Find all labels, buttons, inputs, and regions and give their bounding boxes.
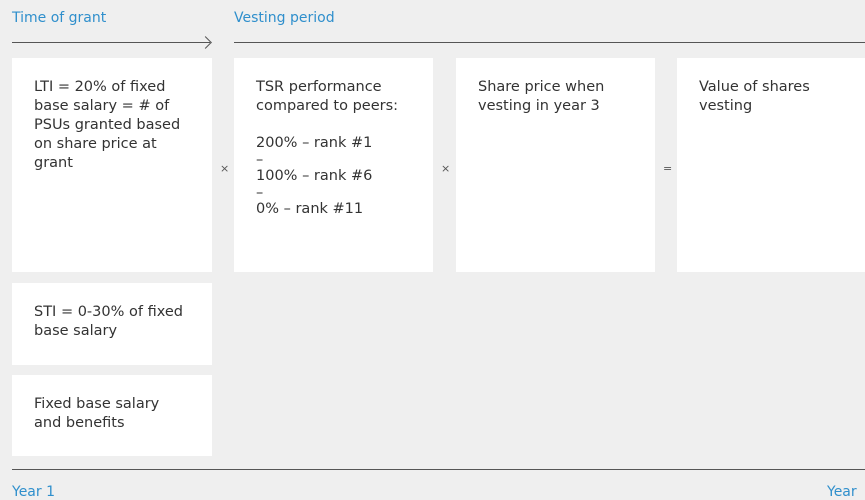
lti-text: LTI = 20% of fixed base salary = # of PS… bbox=[34, 79, 181, 171]
vesting-period-label: Vesting period bbox=[234, 10, 335, 26]
grant-arrow-line bbox=[12, 42, 210, 43]
share-price-text: Share price when vesting in year 3 bbox=[478, 79, 605, 114]
value-of-shares-box: Value of shares vesting bbox=[677, 58, 865, 272]
sti-text: STI = 0-30% of fixed base salary bbox=[34, 304, 183, 339]
year-end-label: Year bbox=[827, 484, 857, 500]
tsr-box: TSR performance compared to peers: 200% … bbox=[234, 58, 433, 272]
time-of-grant-label: Time of grant bbox=[12, 10, 107, 26]
fixed-salary-text: Fixed base salary and benefits bbox=[34, 396, 160, 431]
multiply-operator: × bbox=[220, 162, 230, 175]
multiply-operator: × bbox=[441, 162, 451, 175]
tsr-level-1: 200% – rank #1 bbox=[256, 135, 373, 151]
arrow-right-icon bbox=[199, 36, 212, 49]
vesting-period-line bbox=[234, 42, 865, 43]
tsr-level-2: 100% – rank #6 bbox=[256, 168, 373, 184]
sti-box: STI = 0-30% of fixed base salary bbox=[12, 283, 212, 365]
year-1-label: Year 1 bbox=[12, 484, 55, 500]
lti-box: LTI = 20% of fixed base salary = # of PS… bbox=[12, 58, 212, 272]
tsr-title: TSR performance compared to peers: bbox=[256, 79, 399, 114]
tsr-level-3: 0% – rank #11 bbox=[256, 201, 364, 217]
tsr-separator: – bbox=[256, 185, 264, 201]
tsr-separator: – bbox=[256, 152, 264, 168]
fixed-salary-box: Fixed base salary and benefits bbox=[12, 375, 212, 456]
timeline-line bbox=[12, 469, 865, 470]
equals-operator: = bbox=[663, 162, 673, 175]
share-price-box: Share price when vesting in year 3 bbox=[456, 58, 655, 272]
value-of-shares-text: Value of shares vesting bbox=[699, 79, 810, 114]
